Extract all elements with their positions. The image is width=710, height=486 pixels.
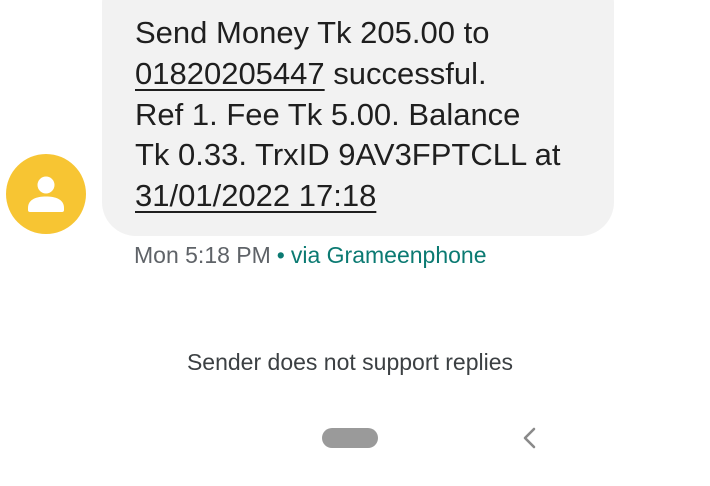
phone-number-link[interactable]: 01820205447 [135,56,325,91]
back-button[interactable] [516,424,544,452]
message-line-2: 01820205447 successful. [135,54,614,95]
message-line-5: 31/01/2022 17:18 [135,176,614,217]
message-line-4: Tk 0.33. TrxID 9AV3FPTCLL at [135,137,561,173]
back-chevron-icon [523,427,536,449]
message-timestamp: Mon 5:18 PM [134,242,271,268]
message-thread-screen: Send Money Tk 205.00 to 01820205447 succ… [0,0,710,486]
message-bubble[interactable]: Send Money Tk 205.00 to 01820205447 succ… [102,0,614,236]
message-line-2-text: successful. [324,55,487,91]
home-pill-button[interactable] [322,428,378,448]
message-meta: Mon 5:18 PM • via Grameenphone [134,240,486,270]
meta-separator: • [276,242,285,268]
sender-avatar[interactable] [6,154,86,234]
datetime-link[interactable]: 31/01/2022 17:18 [135,178,376,213]
message-line-3: Ref 1. Fee Tk 5.00. Balance [135,96,521,132]
person-icon [28,176,64,212]
message-line-1: Send Money Tk 205.00 to [135,15,490,50]
no-reply-notice: Sender does not support replies [186,349,514,375]
carrier-label: via Grameenphone [290,242,487,268]
